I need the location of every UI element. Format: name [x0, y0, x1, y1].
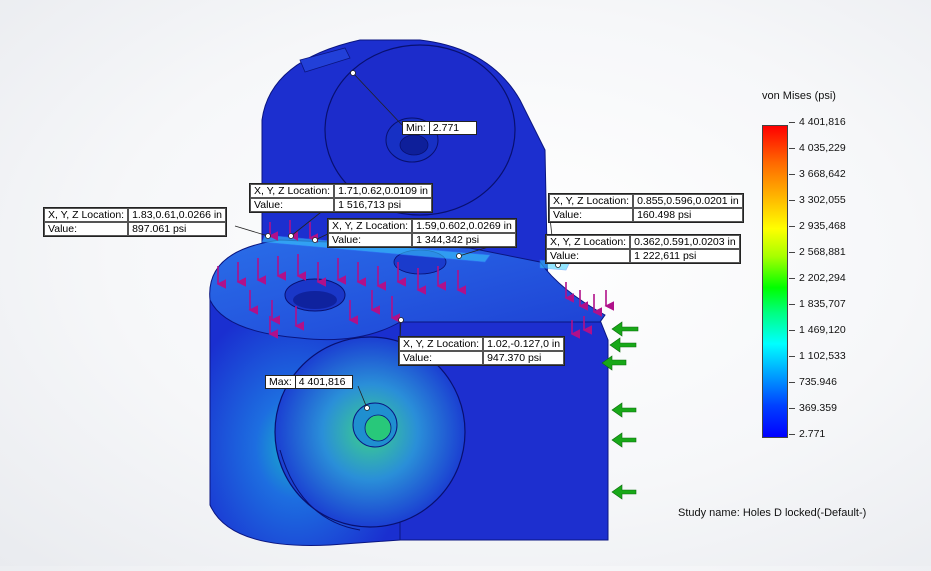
probe-val: 1 222,611 psi — [630, 249, 740, 263]
probe-loc: 1.59,0.602,0.0269 in — [412, 219, 516, 233]
legend-tick: 3 668,642 — [789, 168, 846, 180]
legend-title: von Mises (psi) — [762, 90, 836, 102]
study-name: Study name: Holes D locked(-Default-) — [678, 507, 867, 519]
min-annotation[interactable]: Min: 2.771 — [402, 121, 477, 135]
legend-tick: 735.946 — [789, 376, 837, 388]
probe-loc: 0.362,0.591,0.0203 in — [630, 235, 740, 249]
probe-loc-label: X, Y, Z Location: — [250, 184, 335, 198]
probe-loc: 1.71,0.62,0.0109 in — [334, 184, 433, 198]
probe-annotation[interactable]: X, Y, Z Location: 1.83,0.61,0.0266 in Va… — [43, 207, 228, 237]
probe-annotation[interactable]: X, Y, Z Location: 0.855,0.596,0.0201 in … — [548, 193, 744, 223]
legend-tick: 2 202,294 — [789, 272, 846, 284]
probe-annotation[interactable]: X, Y, Z Location: 1.71,0.62,0.0109 in Va… — [249, 183, 434, 213]
min-label: Min: — [406, 122, 426, 134]
part-model — [209, 39, 639, 546]
max-annotation[interactable]: Max: 4 401,816 — [265, 375, 353, 389]
probe-val-label: Value: — [44, 222, 129, 236]
probe-loc-label: X, Y, Z Location: — [44, 208, 129, 222]
legend-color-bar[interactable] — [762, 125, 788, 438]
max-label: Max: — [269, 376, 292, 388]
legend-tick: 1 102,533 — [789, 350, 846, 362]
legend-tick: 369.359 — [789, 402, 837, 414]
probe-val: 1 344,342 psi — [412, 233, 516, 247]
probe-loc: 1.83,0.61,0.0266 in — [128, 208, 227, 222]
probe-loc-label: X, Y, Z Location: — [546, 235, 631, 249]
legend-tick: 3 302,055 — [789, 194, 846, 206]
legend-tick: 4 401,816 — [789, 116, 846, 128]
legend-tick: 2.771 — [788, 428, 826, 440]
simulation-viewport[interactable]: Min: 2.771 Max: 4 401,816 X, Y, Z Locati… — [0, 0, 931, 566]
legend-tick: 4 035,229 — [789, 142, 846, 154]
min-value: 2.771 — [428, 122, 476, 134]
probe-loc-label: X, Y, Z Location: — [328, 219, 413, 233]
probe-val: 947.370 psi — [483, 351, 565, 365]
legend-tick: 2 568,881 — [789, 246, 846, 258]
probe-loc-label: X, Y, Z Location: — [399, 337, 484, 351]
probe-annotation[interactable]: X, Y, Z Location: 0.362,0.591,0.0203 in … — [545, 234, 741, 264]
legend-tick: 2 935,468 — [789, 220, 846, 232]
legend-tick: 1 835,707 — [789, 298, 846, 310]
probe-loc: 0.855,0.596,0.0201 in — [633, 194, 743, 208]
probe-annotation[interactable]: X, Y, Z Location: 1.02,-0.127,0 in Value… — [398, 336, 566, 366]
probe-annotation[interactable]: X, Y, Z Location: 1.59,0.602,0.0269 in V… — [327, 218, 517, 248]
probe-val: 1 516,713 psi — [334, 198, 433, 212]
probe-loc: 1.02,-0.127,0 in — [483, 337, 565, 351]
probe-val-label: Value: — [399, 351, 484, 365]
probe-val-label: Value: — [328, 233, 413, 247]
probe-val: 897.061 psi — [128, 222, 227, 236]
probe-loc-label: X, Y, Z Location: — [549, 194, 634, 208]
probe-val-label: Value: — [250, 198, 335, 212]
probe-val-label: Value: — [549, 208, 634, 222]
probe-val-label: Value: — [546, 249, 631, 263]
probe-val: 160.498 psi — [633, 208, 743, 222]
legend-tick: 1 469,120 — [789, 324, 846, 336]
max-value: 4 401,816 — [294, 376, 352, 388]
